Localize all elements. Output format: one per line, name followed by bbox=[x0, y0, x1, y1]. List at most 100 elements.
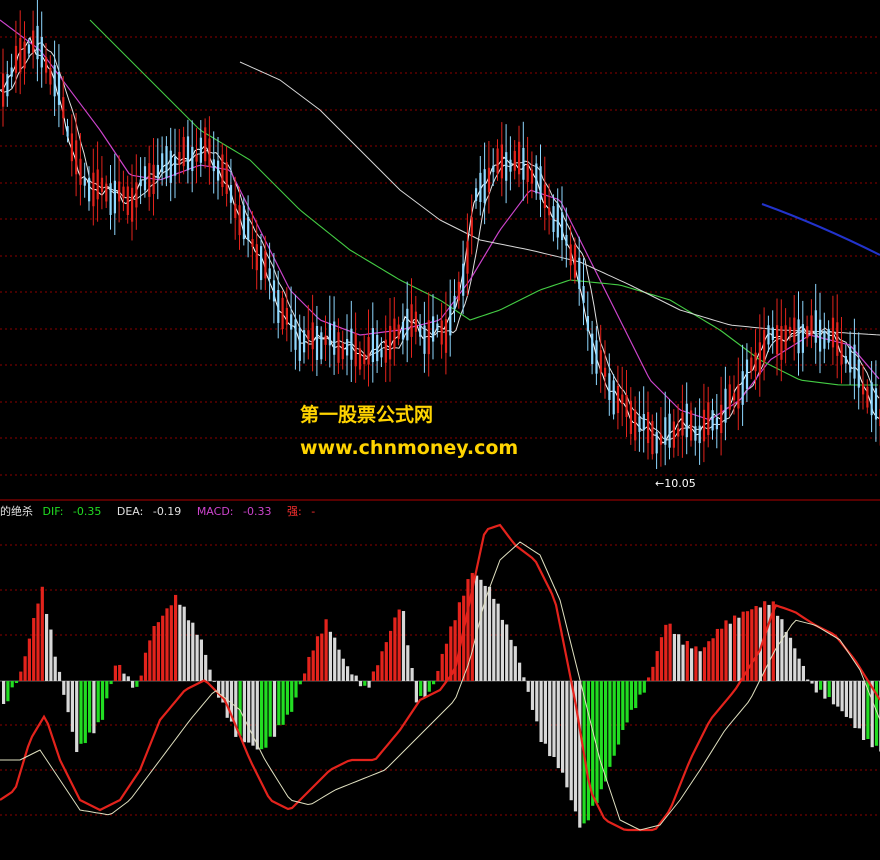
candlestick[interactable] bbox=[307, 304, 310, 360]
macd-histogram-bar[interactable] bbox=[324, 619, 328, 681]
candlestick[interactable] bbox=[255, 220, 258, 290]
macd-histogram-bar[interactable] bbox=[126, 676, 130, 681]
macd-histogram-bar[interactable] bbox=[754, 605, 758, 681]
macd-histogram-bar[interactable] bbox=[440, 653, 444, 681]
macd-histogram-bar[interactable] bbox=[66, 681, 70, 713]
macd-histogram-bar[interactable] bbox=[100, 681, 105, 720]
price-candlesticks[interactable] bbox=[2, 0, 880, 470]
macd-histogram-bar[interactable] bbox=[191, 622, 195, 681]
candlestick[interactable] bbox=[212, 131, 215, 194]
candlestick[interactable] bbox=[767, 315, 770, 353]
macd-histogram-bar[interactable] bbox=[853, 681, 857, 729]
macd-histogram-bar[interactable] bbox=[496, 603, 500, 681]
candlestick[interactable] bbox=[333, 296, 336, 375]
macd-histogram-bar[interactable] bbox=[40, 586, 44, 681]
candlestick[interactable] bbox=[793, 295, 796, 361]
candlestick[interactable] bbox=[363, 334, 366, 380]
candlestick[interactable] bbox=[423, 301, 426, 373]
macd-histogram-bar[interactable] bbox=[720, 628, 724, 681]
macd-histogram-bar[interactable] bbox=[522, 677, 526, 681]
candlestick[interactable] bbox=[831, 295, 835, 365]
macd-histogram-bar[interactable] bbox=[552, 681, 556, 758]
macd-histogram-bar[interactable] bbox=[242, 681, 246, 743]
macd-histogram-bar[interactable] bbox=[444, 643, 449, 681]
macd-histogram-bar[interactable] bbox=[681, 644, 685, 681]
macd-histogram-bar[interactable] bbox=[290, 681, 294, 712]
macd-histogram-bar[interactable] bbox=[750, 609, 754, 681]
macd-histogram-bar[interactable] bbox=[363, 681, 367, 686]
macd-histogram-bar[interactable] bbox=[131, 681, 135, 688]
candlestick[interactable] bbox=[221, 143, 224, 196]
macd-histogram-bar[interactable] bbox=[819, 681, 823, 690]
candlestick[interactable] bbox=[294, 294, 297, 370]
candlestick[interactable] bbox=[457, 271, 460, 309]
candlestick[interactable] bbox=[724, 366, 727, 441]
macd-histogram-bar[interactable] bbox=[414, 681, 418, 703]
macd-histogram-bar[interactable] bbox=[707, 641, 711, 681]
candlestick[interactable] bbox=[156, 138, 159, 200]
macd-histogram-bar[interactable] bbox=[328, 631, 332, 681]
macd-histogram-bar[interactable] bbox=[810, 681, 814, 684]
macd-histogram-bar[interactable] bbox=[432, 681, 436, 685]
candlestick[interactable] bbox=[225, 146, 228, 207]
candlestick[interactable] bbox=[251, 211, 254, 270]
candlestick[interactable] bbox=[354, 312, 357, 383]
candlestick[interactable] bbox=[595, 326, 598, 386]
candlestick[interactable] bbox=[432, 294, 435, 360]
candlestick[interactable] bbox=[449, 279, 452, 357]
candlestick[interactable] bbox=[479, 156, 482, 216]
macd-histogram-bar[interactable] bbox=[2, 681, 6, 705]
candlestick[interactable] bbox=[827, 320, 830, 350]
macd-histogram-bar[interactable] bbox=[690, 648, 694, 681]
macd-histogram-bar[interactable] bbox=[57, 671, 62, 681]
macd-histogram-bar[interactable] bbox=[212, 681, 216, 682]
candlestick[interactable] bbox=[780, 299, 783, 382]
macd-histogram-bar[interactable] bbox=[561, 681, 565, 773]
candlestick[interactable] bbox=[92, 148, 95, 226]
macd-histogram-bar[interactable] bbox=[844, 681, 848, 717]
candlestick[interactable] bbox=[647, 391, 650, 460]
macd-histogram-bar[interactable] bbox=[118, 664, 122, 681]
macd-histogram-bar[interactable] bbox=[625, 681, 629, 723]
macd-histogram-bar[interactable] bbox=[337, 649, 341, 681]
macd-histogram-bar[interactable] bbox=[642, 681, 646, 693]
candlestick[interactable] bbox=[320, 326, 323, 365]
candlestick[interactable] bbox=[487, 140, 491, 214]
candlestick[interactable] bbox=[642, 386, 645, 453]
candlestick[interactable] bbox=[629, 387, 632, 445]
candlestick[interactable] bbox=[552, 194, 555, 242]
macd-histogram-bar[interactable] bbox=[70, 681, 74, 732]
candlestick[interactable] bbox=[10, 53, 13, 88]
candlestick[interactable] bbox=[604, 340, 607, 399]
candlestick[interactable] bbox=[36, 0, 39, 82]
candlestick[interactable] bbox=[655, 412, 658, 470]
macd-histogram-bar[interactable] bbox=[797, 658, 801, 681]
macd-histogram-bar[interactable] bbox=[780, 619, 784, 681]
macd-histogram-bar[interactable] bbox=[139, 675, 143, 681]
candlestick[interactable] bbox=[23, 21, 26, 85]
macd-histogram-bar[interactable] bbox=[492, 598, 496, 681]
macd-histogram-bar[interactable] bbox=[543, 681, 547, 744]
macd-histogram-bar[interactable] bbox=[578, 681, 582, 828]
candlestick[interactable] bbox=[462, 240, 465, 315]
candlestick[interactable] bbox=[346, 314, 349, 376]
candlestick[interactable] bbox=[96, 141, 99, 222]
candlestick[interactable] bbox=[277, 270, 280, 339]
macd-histogram-bar[interactable] bbox=[307, 656, 311, 681]
candlestick[interactable] bbox=[152, 137, 155, 216]
macd-histogram-bar[interactable] bbox=[500, 619, 504, 681]
macd-histogram-bar[interactable] bbox=[92, 681, 96, 734]
candlestick[interactable] bbox=[702, 383, 706, 463]
candlestick[interactable] bbox=[857, 332, 860, 410]
macd-histogram-bar[interactable] bbox=[616, 681, 621, 745]
candlestick[interactable] bbox=[298, 314, 301, 372]
candlestick[interactable] bbox=[677, 403, 680, 457]
macd-histogram-bar[interactable] bbox=[186, 620, 191, 681]
macd-histogram-bar[interactable] bbox=[629, 681, 633, 710]
candlestick[interactable] bbox=[599, 324, 602, 393]
candlestick[interactable] bbox=[874, 360, 878, 442]
candlestick[interactable] bbox=[6, 60, 9, 107]
macd-histogram-bar[interactable] bbox=[518, 662, 522, 681]
candlestick[interactable] bbox=[70, 114, 73, 177]
candlestick[interactable] bbox=[118, 155, 121, 223]
